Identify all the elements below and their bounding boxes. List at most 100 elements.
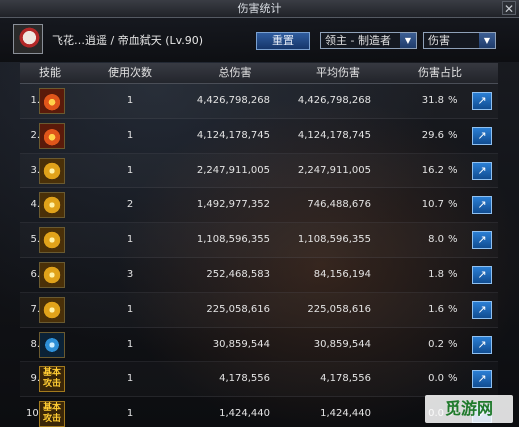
table-row: 5. 1 1,108,596,355 1,108,596,355 8.0% ↗ xyxy=(20,223,498,258)
avg-damage-cell: 4,178,556 xyxy=(320,373,371,385)
share-cell: 0.0 xyxy=(428,373,444,385)
total-damage-cell: 30,859,544 xyxy=(212,338,270,350)
ground-spike-skill-icon xyxy=(39,261,65,288)
fire-slash-skill-icon xyxy=(39,88,65,114)
uses-cell: 1 xyxy=(126,338,134,350)
total-damage-cell: 1,108,596,355 xyxy=(196,234,270,246)
table-row: 2. 1 4,124,178,745 4,124,178,745 29.6% ↗ xyxy=(20,119,498,154)
avg-damage-cell: 2,247,911,005 xyxy=(297,164,371,176)
col-skill: 技能 xyxy=(39,66,61,79)
uses-cell: 1 xyxy=(126,373,134,385)
table-row: 9. 1 4,178,556 4,178,556 0.0% 基本攻击 ↗ xyxy=(20,362,498,398)
chevron-down-icon: ▼ xyxy=(479,33,495,48)
share-unit: % xyxy=(448,268,458,280)
rank-label: 5. xyxy=(30,234,40,246)
uses-cell: 1 xyxy=(126,408,134,420)
uses-cell: 1 xyxy=(126,303,134,315)
avg-damage-cell: 1,424,440 xyxy=(320,408,371,420)
share-icon[interactable]: ↗ xyxy=(472,335,492,354)
window-title: 伤害统计 xyxy=(237,2,282,15)
share-unit: % xyxy=(448,129,458,141)
share-icon[interactable]: ↗ xyxy=(472,161,492,180)
table-row: 4. 2 1,492,977,352 746,488,676 10.7% ↗ xyxy=(20,188,498,224)
share-cell: 31.8 xyxy=(421,95,444,106)
share-icon[interactable]: ↗ xyxy=(472,370,492,389)
share-cell: 0.2 xyxy=(428,338,444,350)
uses-cell: 1 xyxy=(126,164,134,176)
table-row: 7. 1 225,058,616 225,058,616 1.6% ↗ xyxy=(20,293,498,328)
damage-table: 技能 使用次数 总伤害 平均伤害 伤害占比 1. 1 4,426,798,268 4,… xyxy=(20,63,498,427)
table-header: 技能 使用次数 总伤害 平均伤害 伤害占比 xyxy=(20,63,498,84)
col-avg: 平均伤害 xyxy=(316,66,360,79)
col-share: 伤害占比 xyxy=(418,66,462,79)
player-name: 飞花…逍遥 / 帝血弑天 (Lv.90) xyxy=(52,34,204,47)
rank-label: 8. xyxy=(30,338,40,350)
share-icon[interactable]: ↗ xyxy=(472,300,492,319)
col-total: 总伤害 xyxy=(218,66,252,79)
share-icon[interactable]: ↗ xyxy=(472,92,492,110)
basic-attack-skill-icon: 基本攻击 xyxy=(39,366,65,393)
total-damage-cell: 252,468,583 xyxy=(206,268,270,280)
total-damage-cell: 4,178,556 xyxy=(219,373,270,385)
total-damage-cell: 4,426,798,268 xyxy=(196,95,270,106)
window-titlebar[interactable]: 伤害统计 ✕ xyxy=(0,0,519,18)
share-unit: % xyxy=(448,164,458,176)
share-unit: % xyxy=(448,338,458,350)
avg-damage-cell: 84,156,194 xyxy=(313,268,371,280)
avg-damage-cell: 4,124,178,745 xyxy=(297,129,371,141)
share-unit: % xyxy=(448,95,458,106)
sword-strike-skill-icon xyxy=(39,227,65,254)
share-icon[interactable]: ↗ xyxy=(472,265,492,284)
target-select[interactable]: 领主 - 制造者 ▼ xyxy=(320,32,417,49)
damage-stats-window: 伤害统计 ✕ 飞花…逍遥 / 帝血弑天 (Lv.90) 重置 领主 - 制造者 … xyxy=(0,0,519,427)
stats-header: 飞花…逍遥 / 帝血弑天 (Lv.90) 重置 领主 - 制造者 ▼ 伤害 ▼ xyxy=(0,18,519,62)
gold-wave-skill-icon xyxy=(39,192,65,219)
rank-label: 6. xyxy=(30,268,40,280)
table-row: 6. 3 252,468,583 84,156,194 1.8% ↗ xyxy=(20,258,498,293)
share-unit: % xyxy=(448,234,458,246)
share-icon[interactable]: ↗ xyxy=(472,126,492,145)
share-cell: 16.2 xyxy=(421,164,444,176)
avg-damage-cell: 746,488,676 xyxy=(307,199,371,211)
share-cell: 10.7 xyxy=(421,199,444,211)
avatar xyxy=(13,24,43,54)
share-unit: % xyxy=(448,373,458,385)
share-icon[interactable]: ↗ xyxy=(472,196,492,215)
reset-button[interactable]: 重置 xyxy=(256,32,310,50)
metric-select[interactable]: 伤害 ▼ xyxy=(423,32,496,49)
share-icon[interactable]: ↗ xyxy=(472,231,492,250)
basic-attack-skill-icon: 基本攻击 xyxy=(39,401,65,427)
close-button[interactable]: ✕ xyxy=(502,1,516,16)
star-burst-skill-icon xyxy=(39,296,65,323)
rank-label: 4. xyxy=(30,199,40,211)
rank-label: 9. xyxy=(30,373,40,385)
total-damage-cell: 2,247,911,005 xyxy=(196,164,270,176)
watermark-logo: 觅游网 xyxy=(425,395,513,423)
share-cell: 8.0 xyxy=(428,234,444,246)
uses-cell: 1 xyxy=(126,234,134,246)
gold-slash-skill-icon xyxy=(39,157,65,184)
blue-orb-skill-icon xyxy=(39,331,65,358)
avg-damage-cell: 225,058,616 xyxy=(307,303,371,315)
table-row: 3. 1 2,247,911,005 2,247,911,005 16.2% ↗ xyxy=(20,154,498,189)
total-damage-cell: 1,424,440 xyxy=(219,408,270,420)
metric-select-value: 伤害 xyxy=(428,34,450,47)
share-unit: % xyxy=(448,199,458,211)
uses-cell: 1 xyxy=(126,95,134,106)
uses-cell: 3 xyxy=(126,268,134,280)
target-select-value: 领主 - 制造者 xyxy=(325,34,391,47)
share-unit: % xyxy=(448,303,458,315)
total-damage-cell: 4,124,178,745 xyxy=(196,129,270,141)
col-uses: 使用次数 xyxy=(108,66,152,79)
flame-burst-skill-icon xyxy=(39,122,65,149)
share-cell: 1.6 xyxy=(428,303,444,315)
table-row: 1. 1 4,426,798,268 4,426,798,268 31.8% ↗ xyxy=(20,84,498,119)
rank-label: 3. xyxy=(30,164,40,176)
table-body: 1. 1 4,426,798,268 4,426,798,268 31.8% ↗ 2. 1 4,… xyxy=(20,84,498,427)
uses-cell: 1 xyxy=(126,129,134,141)
rank-label: 1. xyxy=(30,95,40,106)
rank-label: 7. xyxy=(30,303,40,315)
total-damage-cell: 1,492,977,352 xyxy=(196,199,270,211)
rank-label: 10. xyxy=(26,408,42,420)
share-cell: 1.8 xyxy=(428,268,444,280)
